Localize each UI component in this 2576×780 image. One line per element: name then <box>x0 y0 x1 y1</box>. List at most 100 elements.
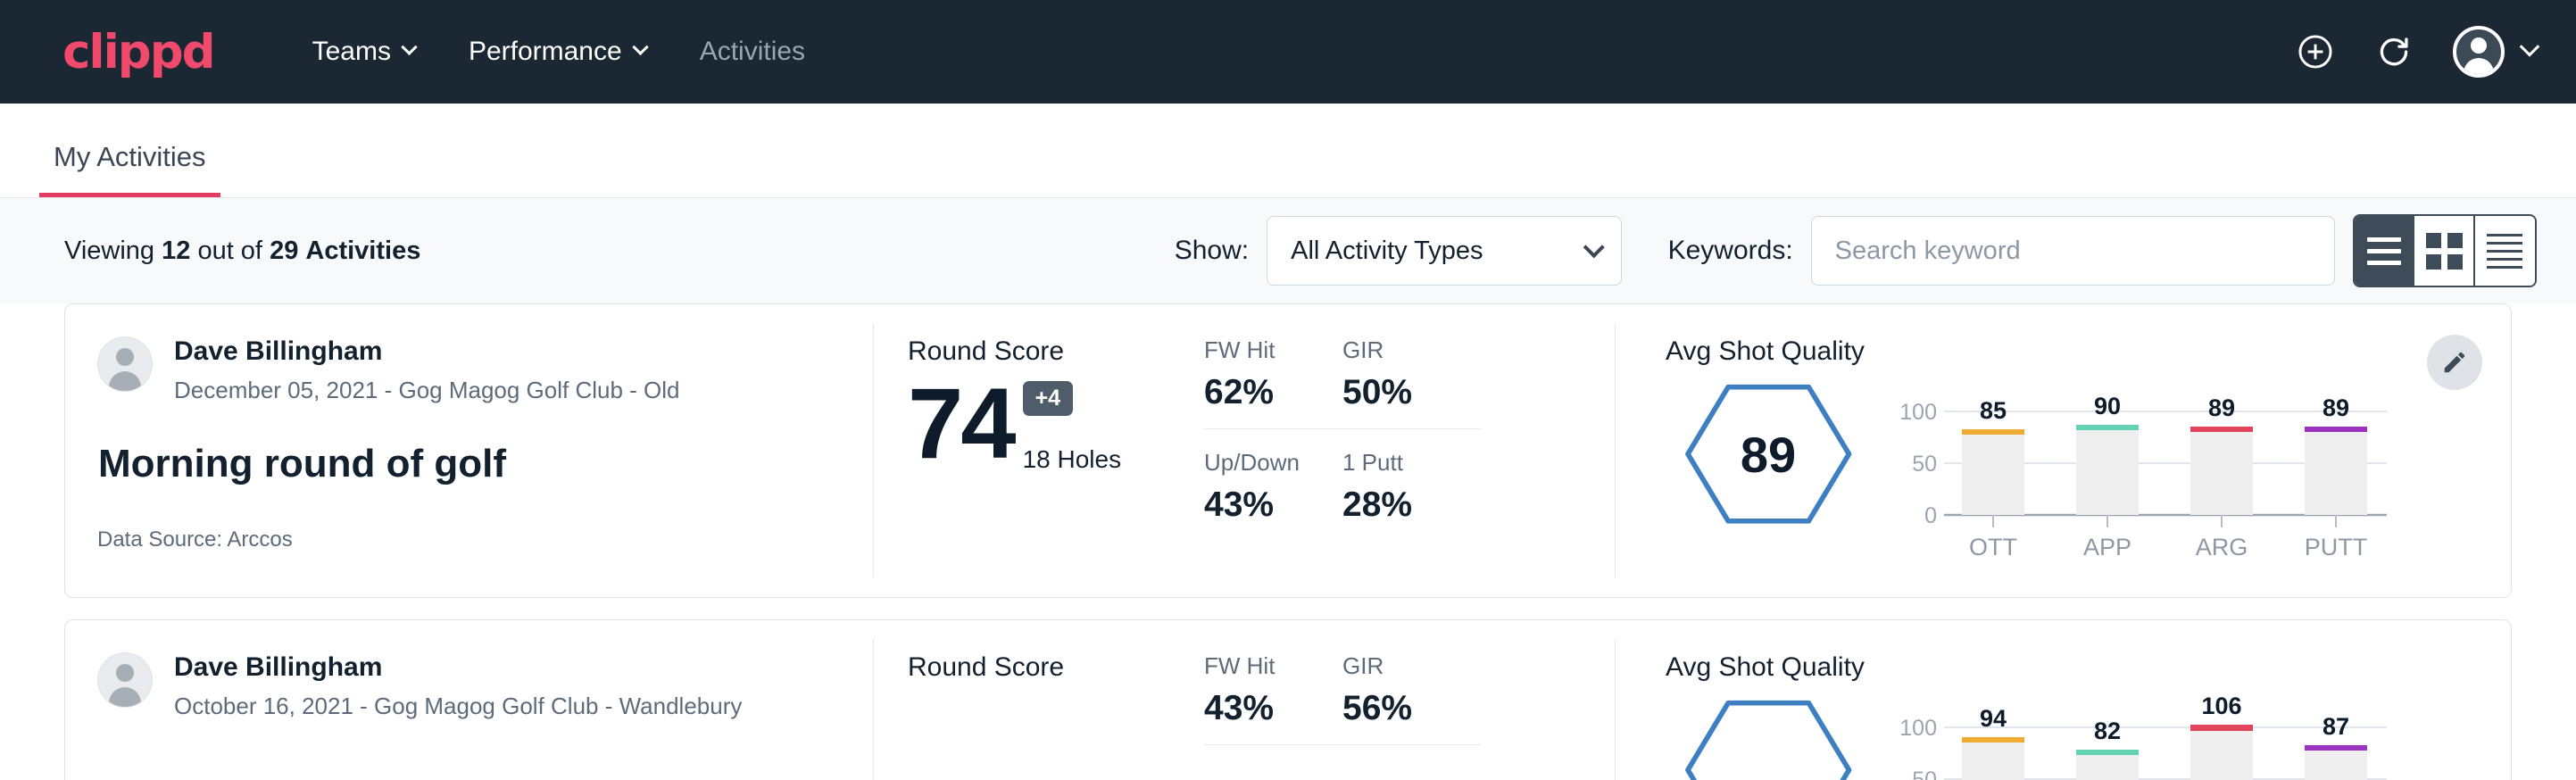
tab-my-activities[interactable]: My Activities <box>39 141 220 197</box>
stats-column: FW Hit 43% GIR 56% <box>1195 620 1615 780</box>
bar-label-ott: OTT <box>1969 534 2017 560</box>
round-score-side: +4 18 Holes <box>1023 381 1122 474</box>
person-name: Dave Billingham <box>174 336 680 368</box>
stat-one-putt: 1 Putt 28% <box>1342 429 1481 525</box>
ytick-100: 100 <box>1899 400 1937 425</box>
stat-fw-hit: FW Hit 43% <box>1204 652 1342 745</box>
holes-played: 18 Holes <box>1023 445 1122 474</box>
shot-quality-hexagon: 89 <box>1666 374 1871 535</box>
search-input-wrapper[interactable] <box>1811 216 2335 286</box>
round-score-row: 74 +4 18 Holes <box>908 374 1195 474</box>
avatar <box>97 336 153 392</box>
shot-quality-row: 89 100 50 0 <box>1666 374 2511 566</box>
bar-value-ott: 85 <box>1980 397 2007 424</box>
round-score-column: Round Score 74 +4 18 Holes <box>874 304 1195 597</box>
edit-activity-button[interactable] <box>2427 335 2482 390</box>
app-logo[interactable]: clippd <box>62 25 214 79</box>
stat-gir: GIR 50% <box>1342 336 1481 429</box>
round-score-column: Round Score <box>874 620 1195 780</box>
chevron-down-icon <box>401 38 417 54</box>
bar-ott: 85 OTT <box>1962 397 2024 560</box>
bar-ott: 94 <box>1962 705 2024 780</box>
shot-quality-score: 89 <box>1683 379 1853 531</box>
bar-putt: 89 PUTT <box>2305 394 2368 560</box>
view-toggle-grid[interactable] <box>2414 216 2474 286</box>
bar-chart-svg: 100 50 0 94 82 <box>1898 690 2397 780</box>
ytick-50: 50 <box>1912 768 1937 780</box>
bar-value-putt: 89 <box>2323 394 2349 421</box>
shot-quality-row: 100 50 0 94 82 <box>1666 690 2511 780</box>
round-score-label: Round Score <box>908 336 1195 367</box>
stats-grid: FW Hit 62% GIR 50% Up/Down 43% 1 Putt 28… <box>1204 336 1615 525</box>
activity-info-column: Dave Billingham October 16, 2021 - Gog M… <box>65 620 873 780</box>
nav-item-performance[interactable]: Performance <box>469 37 646 67</box>
bar-value-app: 82 <box>2094 718 2121 744</box>
bar-app: 90 APP <box>2076 393 2139 560</box>
filter-toolbar: Viewing 12 out of 29 Activities Show: Al… <box>0 198 2576 303</box>
account-menu[interactable] <box>2453 26 2537 78</box>
ytick-0: 0 <box>1924 503 1937 528</box>
avg-shot-quality-label: Avg Shot Quality <box>1666 336 2511 367</box>
bar-putt: 87 <box>2305 713 2367 780</box>
pencil-icon <box>2441 349 2468 376</box>
stat-value: 43% <box>1204 689 1317 728</box>
activity-data-source: Data Source: Arccos <box>97 527 873 552</box>
avg-shot-quality-label: Avg Shot Quality <box>1666 652 2511 683</box>
view-mode-toggle-group <box>2353 214 2537 287</box>
bar-arg: 89 ARG <box>2190 394 2253 560</box>
bar-chart-svg: 100 50 0 85 OTT <box>1898 374 2397 566</box>
top-bar-actions <box>2296 26 2537 78</box>
ytick-100: 100 <box>1899 716 1937 741</box>
view-toggle-compact[interactable] <box>2475 216 2535 286</box>
chevron-down-icon <box>2520 37 2540 57</box>
ytick-50: 50 <box>1912 452 1937 477</box>
bar-label-putt: PUTT <box>2305 534 2368 560</box>
stat-value: 43% <box>1204 485 1317 525</box>
search-input[interactable] <box>1835 236 2311 266</box>
activity-card[interactable]: Dave Billingham December 05, 2021 - Gog … <box>64 303 2512 598</box>
viewing-count: 12 <box>162 236 190 265</box>
activity-person: Dave Billingham October 16, 2021 - Gog M… <box>97 652 873 720</box>
stat-label: Up/Down <box>1204 449 1317 477</box>
view-toggle-list[interactable] <box>2355 216 2414 286</box>
viewing-summary: Viewing 12 out of 29 Activities <box>64 236 420 266</box>
account-avatar-icon <box>2453 26 2505 78</box>
stat-label: GIR <box>1342 336 1456 364</box>
compact-view-icon <box>2487 234 2522 269</box>
stat-label: FW Hit <box>1204 336 1317 364</box>
round-score-value: 74 <box>908 374 1014 474</box>
tab-strip: My Activities <box>0 104 2576 198</box>
bar-value-arg: 106 <box>2201 693 2241 719</box>
activity-meta: October 16, 2021 - Gog Magog Golf Club -… <box>174 693 742 720</box>
bar-value-arg: 89 <box>2208 394 2235 421</box>
stat-up-down: Up/Down 43% <box>1204 429 1342 525</box>
main-nav-links: Teams Performance Activities <box>312 37 2296 67</box>
nav-item-teams[interactable]: Teams <box>312 37 415 67</box>
activity-card-list: Dave Billingham December 05, 2021 - Gog … <box>0 303 2576 780</box>
shot-quality-hexagon <box>1666 690 1871 780</box>
activity-title: Morning round of golf <box>98 442 873 486</box>
bar-arg: 106 <box>2190 693 2253 780</box>
round-score-label: Round Score <box>908 652 1195 683</box>
bar-value-app: 90 <box>2094 393 2121 419</box>
bar-label-arg: ARG <box>2196 534 2248 560</box>
person-name: Dave Billingham <box>174 652 742 684</box>
activity-info-column: Dave Billingham December 05, 2021 - Gog … <box>65 304 873 597</box>
stats-column: FW Hit 62% GIR 50% Up/Down 43% 1 Putt 28… <box>1195 304 1615 597</box>
activity-type-select[interactable]: All Activity Types <box>1267 216 1622 286</box>
stats-grid: FW Hit 43% GIR 56% <box>1204 652 1615 745</box>
nav-item-teams-label: Teams <box>312 37 391 67</box>
stat-label: FW Hit <box>1204 652 1317 680</box>
bar-label-app: APP <box>2083 534 2131 560</box>
stat-label: 1 Putt <box>1342 449 1456 477</box>
activity-card[interactable]: Dave Billingham October 16, 2021 - Gog M… <box>64 619 2512 780</box>
nav-item-activities[interactable]: Activities <box>700 37 805 67</box>
plus-circle-icon[interactable] <box>2296 32 2335 71</box>
refresh-icon[interactable] <box>2374 32 2414 71</box>
keywords-label: Keywords: <box>1668 236 1793 266</box>
chevron-down-icon <box>632 38 648 54</box>
avatar <box>97 652 153 708</box>
stat-label: GIR <box>1342 652 1456 680</box>
chevron-down-icon <box>1583 236 1604 258</box>
viewing-total: 29 <box>270 236 298 265</box>
